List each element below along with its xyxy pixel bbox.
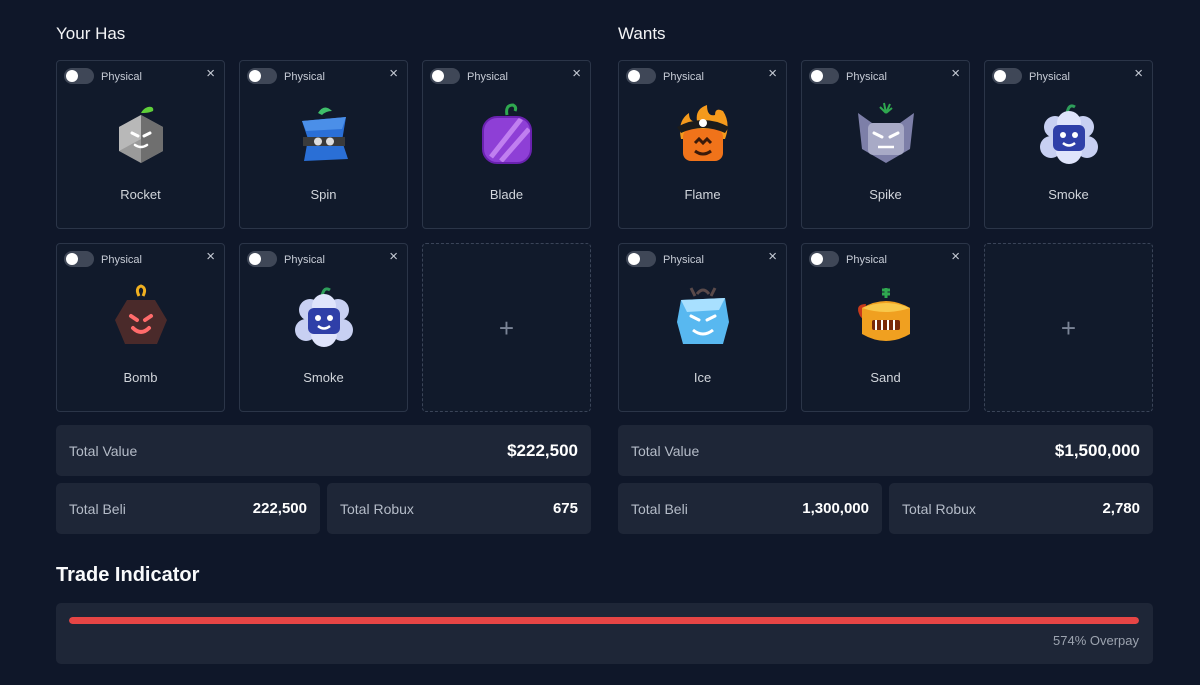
trade-indicator-panel: 574% Overpay [56, 603, 1153, 664]
ice-fruit-icon [676, 287, 729, 344]
fruit-card: Physical × Rocket [56, 60, 225, 229]
trade-indicator-fill [69, 617, 1139, 624]
physical-toggle[interactable] [626, 68, 656, 84]
total-beli: 1,300,000 [802, 500, 869, 517]
physical-toggle-label: Physical [101, 254, 142, 266]
add-fruit-slot[interactable]: + [984, 243, 1153, 412]
fruit-name: Spike [869, 187, 902, 202]
blade-fruit-icon [481, 103, 532, 164]
total-robux-panel: Total Robux 675 [327, 483, 591, 534]
flame-fruit-icon [676, 105, 729, 161]
total-robux-label: Total Robux [902, 500, 976, 517]
fruit-name: Ice [693, 370, 712, 385]
physical-toggle[interactable] [992, 68, 1022, 84]
fruit-name: Rocket [120, 187, 161, 202]
fruit-name: Sand [870, 370, 901, 385]
fruit-card: Physical × Flame [618, 60, 787, 229]
fruit-card: Physical × Ice [618, 243, 787, 412]
add-fruit-slot[interactable]: + [422, 243, 591, 412]
remove-fruit-button[interactable]: × [206, 249, 215, 264]
total-value: $1,500,000 [1054, 440, 1140, 460]
total-robux-label: Total Robux [340, 500, 414, 517]
remove-fruit-button[interactable]: × [768, 66, 777, 81]
physical-toggle-label: Physical [846, 71, 887, 83]
remove-fruit-button[interactable]: × [206, 66, 215, 81]
physical-toggle-label: Physical [284, 71, 325, 83]
physical-toggle[interactable] [64, 251, 94, 267]
physical-toggle[interactable] [247, 68, 277, 84]
remove-fruit-button[interactable]: × [768, 249, 777, 264]
remove-fruit-button[interactable]: × [1134, 66, 1143, 81]
physical-toggle-label: Physical [284, 254, 325, 266]
trade-indicator-title: Trade Indicator [56, 564, 200, 586]
physical-toggle-label: Physical [101, 71, 142, 83]
rocket-fruit-icon [118, 106, 163, 163]
fruit-card: Physical × Blade [422, 60, 591, 229]
total-value-label: Total Value [631, 442, 700, 459]
fruit-card: Physical × Spike [801, 60, 970, 229]
physical-toggle-label: Physical [467, 71, 508, 83]
physical-toggle[interactable] [64, 68, 94, 84]
total-robux: 2,780 [1102, 500, 1140, 517]
physical-toggle[interactable] [247, 251, 277, 267]
your-has-title: Your Has [56, 24, 126, 43]
fruit-card: Physical × Smoke [984, 60, 1153, 229]
fruit-card: Physical × Sand [801, 243, 970, 412]
total-beli-panel: Total Beli 222,500 [56, 483, 320, 534]
wants-grid: Physical × Flame Physical × Spike Physic… [618, 60, 1153, 412]
physical-toggle[interactable] [809, 68, 839, 84]
physical-toggle[interactable] [430, 68, 460, 84]
total-robux-panel: Total Robux 2,780 [889, 483, 1153, 534]
fruit-card: Physical × Spin [239, 60, 408, 229]
physical-toggle[interactable] [809, 251, 839, 267]
remove-fruit-button[interactable]: × [572, 66, 581, 81]
fruit-name: Smoke [1048, 187, 1089, 202]
total-beli-label: Total Beli [69, 500, 126, 517]
fruit-name: Bomb [123, 370, 158, 385]
fruit-name: Flame [684, 187, 721, 202]
total-robux: 675 [552, 500, 578, 517]
fruit-name: Blade [489, 187, 524, 202]
remove-fruit-button[interactable]: × [389, 249, 398, 264]
physical-toggle-label: Physical [663, 71, 704, 83]
bomb-fruit-icon [114, 284, 167, 344]
plus-icon: + [498, 312, 515, 343]
plus-icon: + [1060, 312, 1077, 343]
spin-fruit-icon [301, 107, 348, 161]
smoke-fruit-icon [1039, 104, 1098, 164]
fruit-card: Physical × Bomb [56, 243, 225, 412]
total-beli-panel: Total Beli 1,300,000 [618, 483, 882, 534]
trade-indicator-track [69, 617, 1139, 624]
total-value-panel: Total Value $1,500,000 [618, 425, 1153, 476]
physical-toggle[interactable] [626, 251, 656, 267]
remove-fruit-button[interactable]: × [389, 66, 398, 81]
fruit-card: Physical × Smoke [239, 243, 408, 412]
remove-fruit-button[interactable]: × [951, 66, 960, 81]
total-value: $222,500 [507, 440, 578, 460]
physical-toggle-label: Physical [846, 254, 887, 266]
fruit-name: Smoke [303, 370, 344, 385]
your-has-grid: Physical × Rocket Physical × Spin Physic… [56, 60, 591, 412]
total-value-label: Total Value [69, 442, 138, 459]
sand-fruit-icon [857, 288, 910, 341]
remove-fruit-button[interactable]: × [951, 249, 960, 264]
wants-title: Wants [618, 24, 666, 43]
physical-toggle-label: Physical [1029, 71, 1070, 83]
smoke-fruit-icon [294, 287, 353, 347]
total-beli: 222,500 [252, 500, 307, 517]
spike-fruit-icon [857, 102, 914, 163]
physical-toggle-label: Physical [663, 254, 704, 266]
trade-status: 574% Overpay [1053, 633, 1139, 648]
total-value-panel: Total Value $222,500 [56, 425, 591, 476]
fruit-name: Spin [310, 187, 337, 202]
total-beli-label: Total Beli [631, 500, 688, 517]
